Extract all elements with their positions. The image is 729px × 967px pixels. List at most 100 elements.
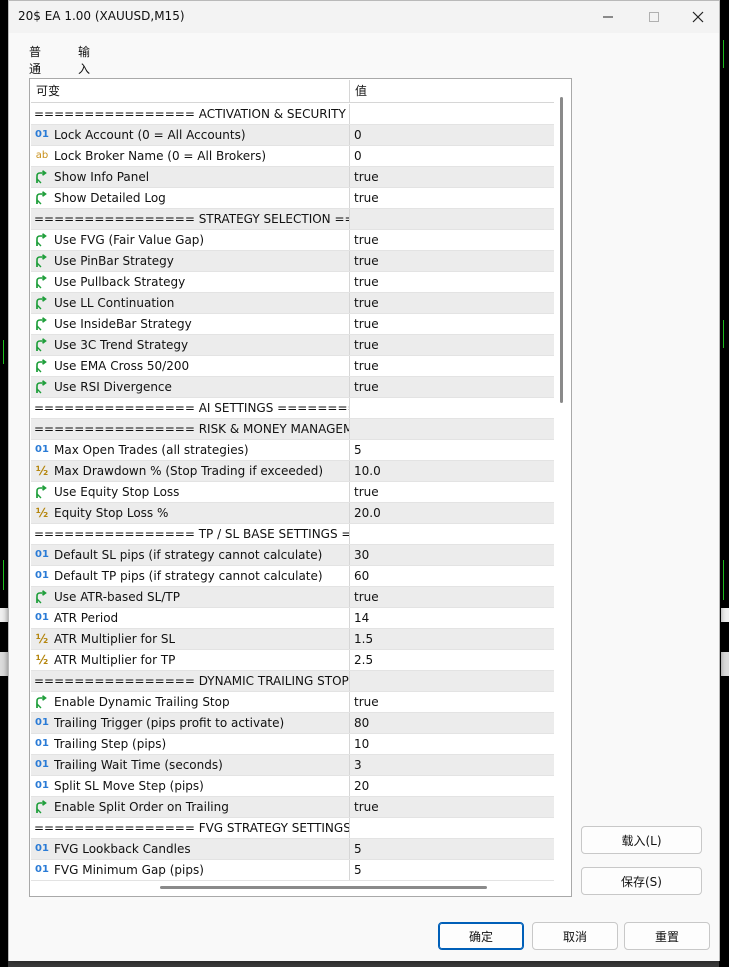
load-button[interactable]: 载入(L) [581, 826, 702, 854]
title-bar[interactable]: 20$ EA 1.00 (XAUUSD,M15) [9, 1, 719, 33]
horizontal-scrollbar[interactable] [160, 886, 487, 889]
tab-common[interactable]: 普通 [29, 43, 41, 82]
value-cell[interactable]: true [350, 335, 554, 355]
integer-icon: 01 [35, 759, 49, 770]
input-row[interactable]: 01 ATR Period 14 [31, 608, 554, 629]
input-row[interactable]: 01 Lock Account (0 = All Accounts) 0 [31, 125, 554, 146]
separator-row[interactable]: ================ ACTIVATION & SECURITY =… [31, 104, 554, 125]
double-icon: ½ [35, 632, 49, 646]
minimize-button[interactable] [585, 1, 631, 33]
value-cell[interactable]: true [350, 692, 554, 712]
input-row[interactable]: Use 3C Trend Strategy true [31, 335, 554, 356]
input-row[interactable]: Use FVG (Fair Value Gap) true [31, 230, 554, 251]
vertical-scrollbar[interactable] [560, 97, 563, 403]
input-row[interactable]: Use InsideBar Strategy true [31, 314, 554, 335]
input-row[interactable]: Use EMA Cross 50/200 true [31, 356, 554, 377]
separator-row[interactable]: ================ TP / SL BASE SETTINGS =… [31, 524, 554, 545]
value-cell[interactable]: 1.5 [350, 629, 554, 649]
separator-row[interactable]: ================ DYNAMIC TRAILING STOP .… [31, 671, 554, 692]
input-row[interactable]: Use PinBar Strategy true [31, 251, 554, 272]
input-row[interactable]: 01 Trailing Step (pips) 10 [31, 734, 554, 755]
value-cell[interactable]: 20.0 [350, 503, 554, 523]
variable-cell: 01 Default TP pips (if strategy cannot ca… [31, 566, 350, 586]
value-cell[interactable]: 0 [350, 146, 554, 166]
value-cell[interactable]: true [350, 377, 554, 397]
cancel-button[interactable]: 取消 [532, 922, 618, 950]
input-row[interactable]: 01 Trailing Trigger (pips profit to activ… [31, 713, 554, 734]
close-button[interactable] [675, 1, 721, 33]
save-button[interactable]: 保存(S) [581, 867, 702, 895]
value-cell[interactable]: 5 [350, 860, 554, 880]
input-row[interactable]: Use RSI Divergence true [31, 377, 554, 398]
input-row[interactable]: 01 Max Open Trades (all strategies) 5 [31, 440, 554, 461]
input-row[interactable]: 01 FVG Minimum Gap (pips) 5 [31, 860, 554, 881]
value-cell[interactable]: true [350, 272, 554, 292]
input-row[interactable]: ½ Equity Stop Loss % 20.0 [31, 503, 554, 524]
value-cell[interactable]: true [350, 356, 554, 376]
integer-icon: 01 [35, 444, 49, 455]
value-cell[interactable]: 20 [350, 776, 554, 796]
separator-row[interactable]: ================ FVG STRATEGY SETTINGS =… [31, 818, 554, 839]
value-cell[interactable]: true [350, 797, 554, 817]
input-row[interactable]: 01 Split SL Move Step (pips) 20 [31, 776, 554, 797]
value-cell[interactable]: true [350, 482, 554, 502]
input-row[interactable]: Use Equity Stop Loss true [31, 482, 554, 503]
value-cell[interactable]: 30 [350, 545, 554, 565]
value-cell[interactable]: true [350, 188, 554, 208]
value-cell[interactable]: 10.0 [350, 461, 554, 481]
input-row[interactable]: Use Pullback Strategy true [31, 272, 554, 293]
value-cell[interactable]: true [350, 293, 554, 313]
value-cell[interactable]: 0 [350, 125, 554, 145]
value-cell[interactable]: true [350, 314, 554, 334]
value-cell[interactable]: 80 [350, 713, 554, 733]
input-row[interactable]: Show Detailed Log true [31, 188, 554, 209]
input-row[interactable]: Use LL Continuation true [31, 293, 554, 314]
input-row[interactable]: Show Info Panel true [31, 167, 554, 188]
value-cell[interactable]: 3 [350, 755, 554, 775]
value-cell[interactable]: 60 [350, 566, 554, 586]
double-icon: ½ [35, 653, 49, 667]
variable-name: FVG Minimum Gap (pips) [54, 863, 204, 877]
variable-name: ================ RISK & MONEY MANAGEM... [34, 422, 349, 436]
value-cell[interactable]: 5 [350, 839, 554, 859]
input-row[interactable]: 01 FVG Lookback Candles 5 [31, 839, 554, 860]
input-row[interactable]: 01 Trailing Wait Time (seconds) 3 [31, 755, 554, 776]
input-row[interactable]: Enable Dynamic Trailing Stop true [31, 692, 554, 713]
value-cell[interactable] [350, 104, 554, 124]
ok-button[interactable]: 确定 [438, 922, 524, 950]
input-row[interactable]: ½ Max Drawdown % (Stop Trading if exceede… [31, 461, 554, 482]
value-cell[interactable]: 10 [350, 734, 554, 754]
variable-cell: ================ ACTIVATION & SECURITY =… [31, 104, 350, 124]
value-cell[interactable] [350, 818, 554, 838]
input-row[interactable]: ab Lock Broker Name (0 = All Brokers) 0 [31, 146, 554, 167]
value-cell[interactable] [350, 524, 554, 544]
input-row[interactable]: Enable Split Order on Trailing true [31, 797, 554, 818]
value-cell[interactable] [350, 419, 554, 439]
input-row[interactable]: 01 Default SL pips (if strategy cannot ca… [31, 545, 554, 566]
input-row[interactable]: Use ATR-based SL/TP true [31, 587, 554, 608]
chart-candle-line [3, 560, 4, 590]
separator-row[interactable]: ================ AI SETTINGS ==========.… [31, 398, 554, 419]
separator-row[interactable]: ================ RISK & MONEY MANAGEM... [31, 419, 554, 440]
variable-cell: Use FVG (Fair Value Gap) [31, 230, 350, 250]
bool-arrow-icon [34, 317, 50, 331]
header-value[interactable]: 值 [350, 80, 554, 103]
value-cell[interactable]: true [350, 167, 554, 187]
reset-button[interactable]: 重置 [624, 922, 710, 950]
separator-row[interactable]: ================ STRATEGY SELECTION ====… [31, 209, 554, 230]
value-cell[interactable] [350, 671, 554, 691]
value-cell[interactable]: true [350, 251, 554, 271]
variable-cell: ½ Equity Stop Loss % [31, 503, 350, 523]
input-row[interactable]: ½ ATR Multiplier for SL 1.5 [31, 629, 554, 650]
value-cell[interactable]: 2.5 [350, 650, 554, 670]
value-cell[interactable]: 14 [350, 608, 554, 628]
chart-background-strip [0, 652, 8, 676]
value-cell[interactable]: 5 [350, 440, 554, 460]
value-cell[interactable]: true [350, 587, 554, 607]
value-cell[interactable] [350, 398, 554, 418]
input-row[interactable]: ½ ATR Multiplier for TP 2.5 [31, 650, 554, 671]
header-variable[interactable]: 可变 [31, 80, 350, 103]
input-row[interactable]: 01 Default TP pips (if strategy cannot ca… [31, 566, 554, 587]
value-cell[interactable] [350, 209, 554, 229]
value-cell[interactable]: true [350, 230, 554, 250]
